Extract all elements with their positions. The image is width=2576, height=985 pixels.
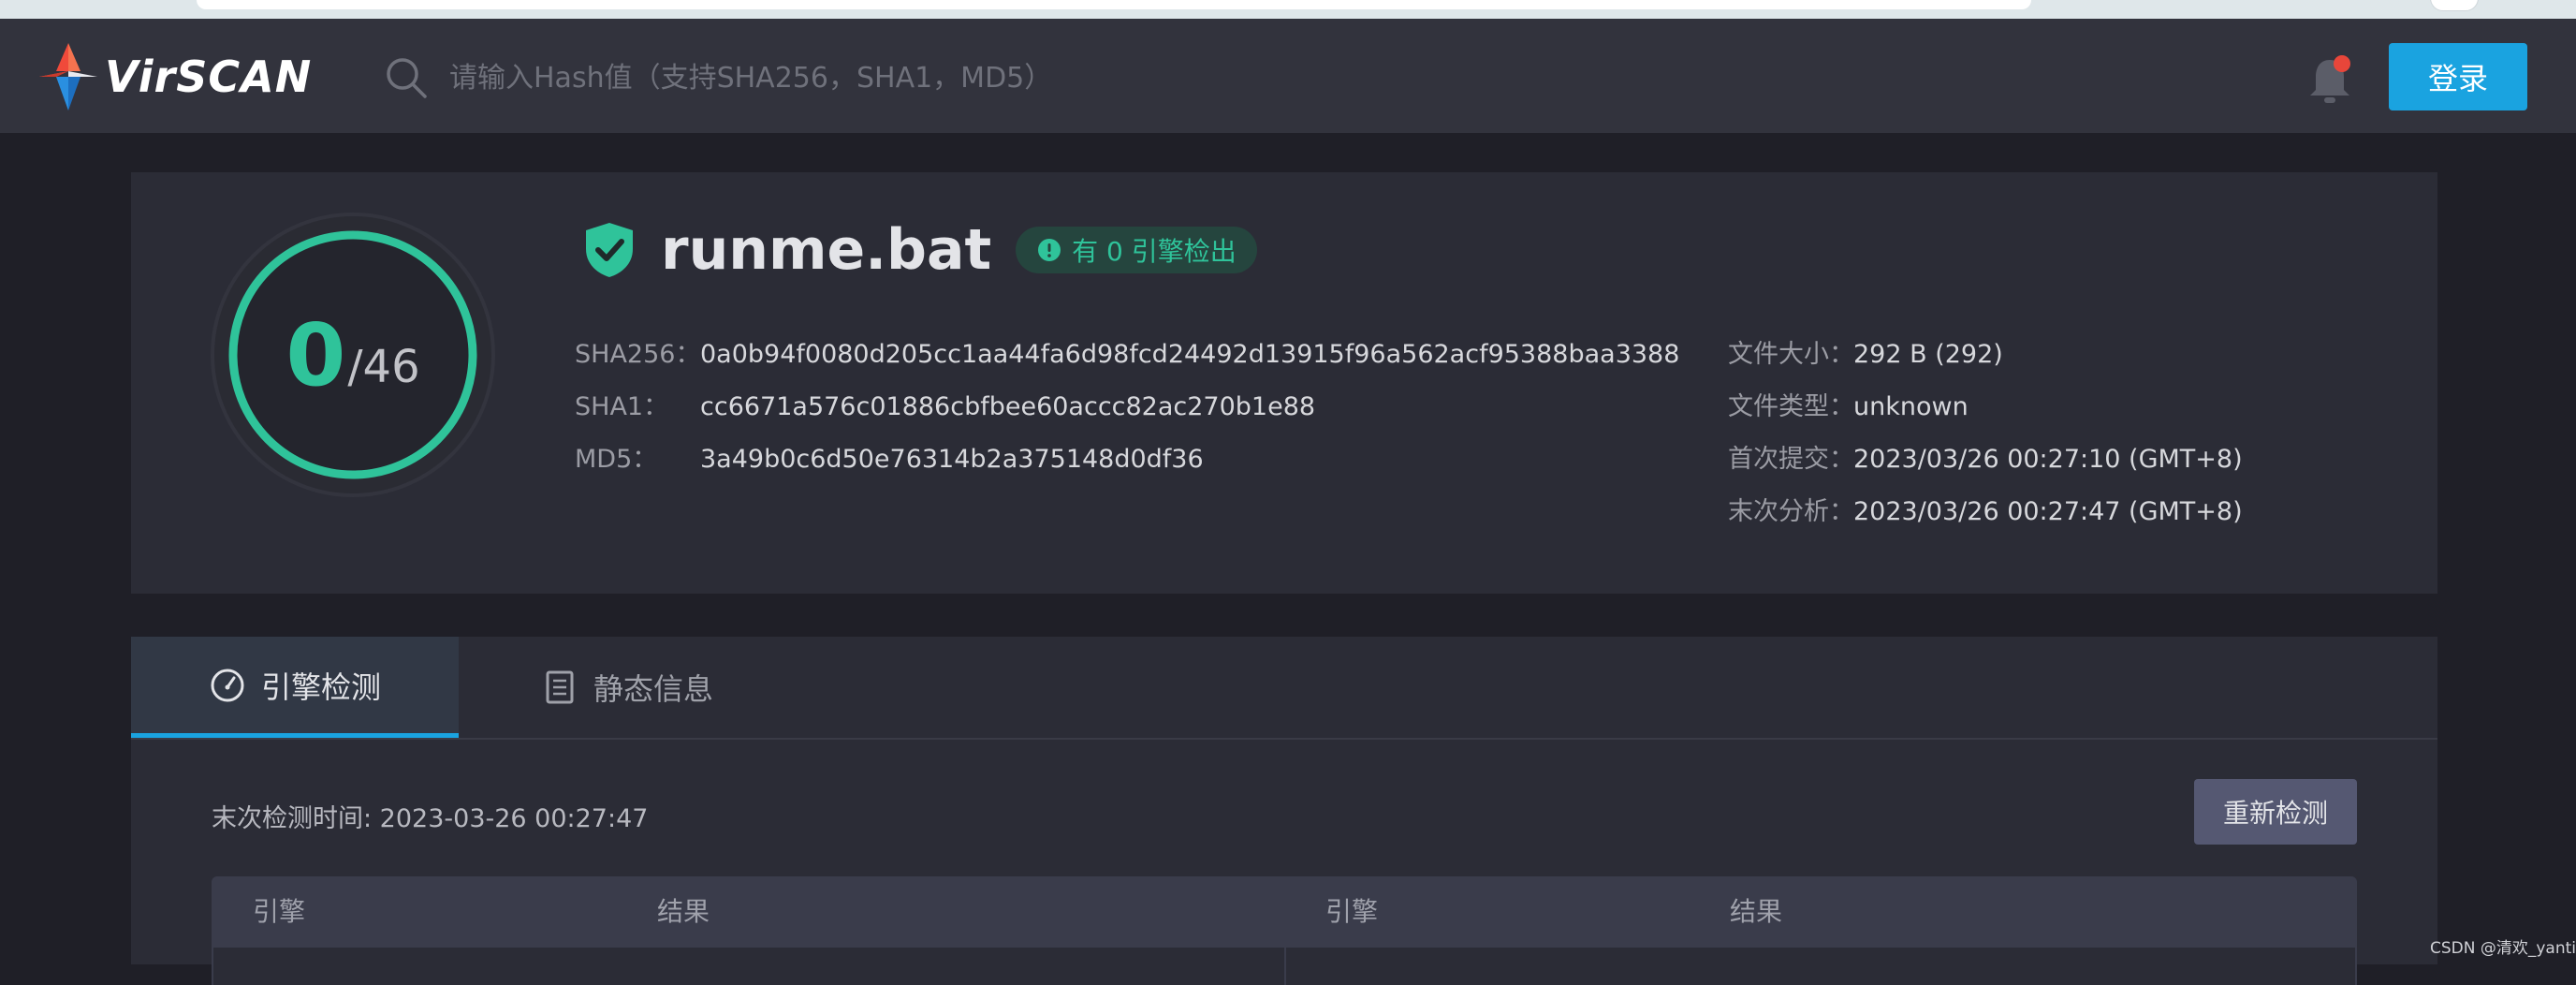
top-header: VirSCAN 登录: [0, 19, 2576, 133]
hash-value: 0a0b94f0080d205cc1aa44fa6d98fcd24492d139…: [700, 340, 1680, 369]
column-header-result: 结果: [657, 896, 710, 927]
hash-value: 3a49b0c6d50e76314b2a375148d0df36: [700, 445, 1204, 474]
tabs-divider: [131, 738, 2437, 740]
hash-value: cc6671a576c01886cbfbee60accc82ac270b1e88: [700, 392, 1316, 421]
column-header-result: 结果: [1730, 896, 1783, 927]
tab-engine-detection[interactable]: 引擎检测: [131, 637, 459, 738]
search-icon[interactable]: [384, 55, 429, 100]
info-value: 2023/03/26 00:27:47 (GMT+8): [1853, 497, 2243, 526]
exclamation-icon: [1038, 239, 1061, 261]
detection-score: 0 /46: [210, 212, 496, 498]
login-button[interactable]: 登录: [2389, 43, 2527, 110]
detection-badge-text: 有 0 引擎检出: [1072, 236, 1237, 267]
info-label: 首次提交：: [1728, 445, 1854, 474]
hash-label: SHA1：: [575, 392, 669, 421]
gauge-icon: [211, 669, 244, 701]
tab-label: 引擎检测: [260, 669, 381, 705]
detection-badge: 有 0 引擎检出: [1016, 227, 1257, 273]
hash-label: SHA256：: [575, 340, 701, 369]
info-value: 2023/03/26 00:27:10 (GMT+8): [1853, 445, 2243, 474]
hash-search-input[interactable]: [447, 54, 1294, 101]
brand-name: VirSCAN: [105, 51, 313, 102]
brand-logo[interactable]: VirSCAN: [39, 43, 312, 110]
hash-row-sha256: SHA256：0a0b94f0080d205cc1aa44fa6d98fcd24…: [575, 333, 1679, 370]
hash-label: MD5：: [575, 445, 658, 474]
engine-results-table-header: 引擎 结果 引擎 结果: [212, 876, 2357, 948]
results-panel: 引擎检测 静态信息 末次检测时间: 2023-03-26 00:27:47 重新…: [131, 637, 2437, 985]
watermark: CSDN @清欢_yanti: [2430, 939, 2576, 958]
browser-toolbar-strip: [0, 0, 2576, 19]
info-row-last-analysis: 末次分析：2023/03/26 00:27:47 (GMT+8): [1728, 491, 2243, 527]
column-header-engine: 引擎: [253, 896, 306, 927]
info-value: unknown: [1853, 392, 1969, 421]
info-row-first-submit: 首次提交：2023/03/26 00:27:10 (GMT+8): [1728, 438, 2243, 475]
info-label: 文件类型：: [1728, 392, 1854, 421]
hash-row-sha1: SHA1： cc6671a576c01886cbfbee60accc82ac270…: [575, 386, 1315, 422]
hash-row-md5: MD5： 3a49b0c6d50e76314b2a375148d0df36: [575, 438, 1204, 475]
engine-total: /46: [347, 341, 420, 393]
info-value: 292 B (292): [1853, 340, 2003, 369]
info-row-file-type: 文件类型：unknown: [1728, 386, 1969, 422]
table-column-divider: [1284, 948, 1286, 985]
engine-results-table-body: [212, 948, 2357, 985]
column-header-engine: 引擎: [1325, 896, 1379, 927]
info-row-file-size: 文件大小：292 B (292): [1728, 333, 2003, 370]
tab-label: 静态信息: [593, 671, 713, 707]
browser-address-bar[interactable]: [197, 0, 2031, 9]
info-label: 文件大小：: [1728, 340, 1854, 369]
document-list-icon: [546, 670, 574, 704]
detection-count: 0: [285, 304, 346, 405]
browser-profile-button[interactable]: [2430, 0, 2479, 11]
notification-bell-icon[interactable]: [2305, 52, 2355, 109]
hash-search: [384, 54, 1294, 101]
shield-check-icon: [586, 223, 633, 277]
rescan-button[interactable]: 重新检测: [2194, 779, 2357, 845]
file-title-row: runme.bat 有 0 引擎检出: [582, 217, 1257, 283]
file-name: runme.bat: [661, 217, 992, 283]
last-scan-time: 末次检测时间: 2023-03-26 00:27:47: [212, 804, 649, 833]
tab-static-info[interactable]: 静态信息: [496, 637, 758, 738]
virscan-logo-icon: [39, 43, 97, 110]
info-label: 末次分析：: [1728, 497, 1854, 526]
